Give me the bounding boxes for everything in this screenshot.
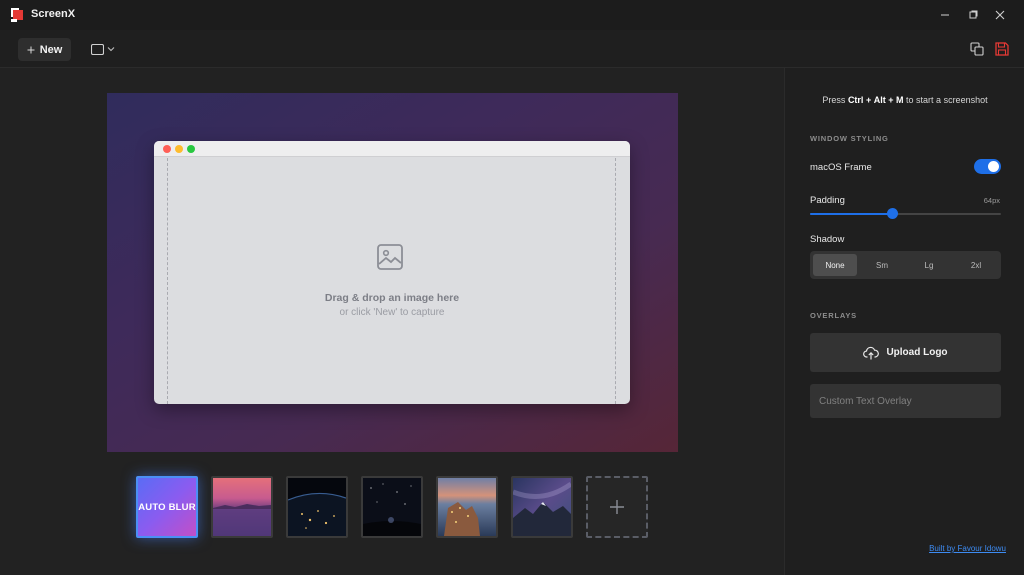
maximize-button[interactable] — [964, 6, 982, 24]
upload-logo-button[interactable]: Upload Logo — [810, 333, 1001, 372]
earth-night-thumbnail — [288, 478, 346, 536]
canvas-area: Drag & drop an image here or click 'New'… — [0, 68, 784, 575]
macos-frame-label: macOS Frame — [810, 162, 872, 173]
toggle-knob — [988, 161, 999, 172]
padding-slider[interactable] — [810, 208, 1001, 219]
minimize-button[interactable] — [936, 6, 954, 24]
add-background-button[interactable] — [586, 476, 648, 538]
save-icon[interactable] — [994, 41, 1010, 57]
canvas-background: Drag & drop an image here or click 'New'… — [107, 93, 678, 452]
background-cliff-town[interactable] — [436, 476, 498, 538]
shadow-selector: None Sm Lg 2xl — [810, 251, 1001, 279]
shadow-option-lg[interactable]: Lg — [907, 254, 951, 276]
restore-icon — [969, 10, 978, 19]
zoom-dot-icon — [187, 145, 195, 153]
padding-label: Padding — [810, 195, 845, 206]
window-styling-heading: WINDOW STYLING — [810, 134, 889, 143]
close-button[interactable] — [991, 6, 1009, 24]
sunset-lake-thumbnail — [213, 478, 271, 536]
macos-frame-toggle[interactable] — [974, 159, 1001, 174]
padding-slider-handle[interactable] — [887, 208, 899, 219]
close-dot-icon — [163, 145, 171, 153]
app-title: ScreenX — [31, 8, 76, 20]
plus-icon — [610, 500, 624, 514]
padding-slider-fill — [810, 213, 893, 215]
dropzone-title: Drag & drop an image here — [324, 292, 460, 304]
plus-icon — [27, 46, 35, 53]
overlays-heading: OVERLAYS — [810, 311, 857, 320]
new-button-label: New — [39, 43, 63, 56]
image-dropzone[interactable] — [167, 158, 616, 404]
toolbar: New — [0, 30, 1024, 68]
shadow-label: Shadow — [810, 234, 845, 245]
new-button[interactable]: New — [18, 38, 71, 61]
mountain-galaxy-thumbnail — [513, 478, 571, 536]
macos-title-bar — [154, 141, 630, 157]
minimize-icon — [941, 14, 949, 16]
background-mountain-galaxy[interactable] — [511, 476, 573, 538]
macos-window-frame[interactable]: Drag & drop an image here or click 'New'… — [154, 141, 630, 404]
credit-link[interactable]: Built by Favour Idowu — [929, 544, 1006, 553]
chevron-down-icon — [107, 47, 115, 52]
screenshot-shortcut-hint: Press Ctrl + Alt + M to start a screensh… — [822, 95, 988, 105]
background-starry-night[interactable] — [361, 476, 423, 538]
dropzone-subtitle: or click 'New' to capture — [339, 307, 445, 318]
image-icon — [377, 244, 403, 270]
close-icon — [995, 10, 1005, 20]
upload-logo-label: Upload Logo — [886, 347, 948, 358]
custom-text-overlay-input[interactable] — [810, 384, 1001, 418]
copy-icon[interactable] — [969, 41, 985, 57]
cloud-upload-icon — [863, 346, 880, 359]
shadow-option-sm[interactable]: Sm — [860, 254, 904, 276]
minimize-dot-icon — [175, 145, 183, 153]
window-frame-icon — [91, 43, 104, 55]
padding-value: 64px — [983, 196, 1000, 205]
background-earth-night[interactable] — [286, 476, 348, 538]
cliff-town-thumbnail — [438, 478, 496, 536]
app-logo-icon — [11, 8, 23, 22]
starry-night-thumbnail — [363, 478, 421, 536]
auto-blur-label: AUTO BLUR — [138, 501, 196, 513]
background-auto-blur[interactable]: AUTO BLUR — [136, 476, 198, 538]
background-sunset-lake[interactable] — [211, 476, 273, 538]
title-bar: ScreenX — [0, 0, 1024, 30]
frame-selector[interactable] — [91, 42, 115, 56]
shadow-option-2xl[interactable]: 2xl — [954, 254, 998, 276]
settings-sidebar: Press Ctrl + Alt + M to start a screensh… — [784, 68, 1024, 575]
shadow-option-none[interactable]: None — [813, 254, 857, 276]
